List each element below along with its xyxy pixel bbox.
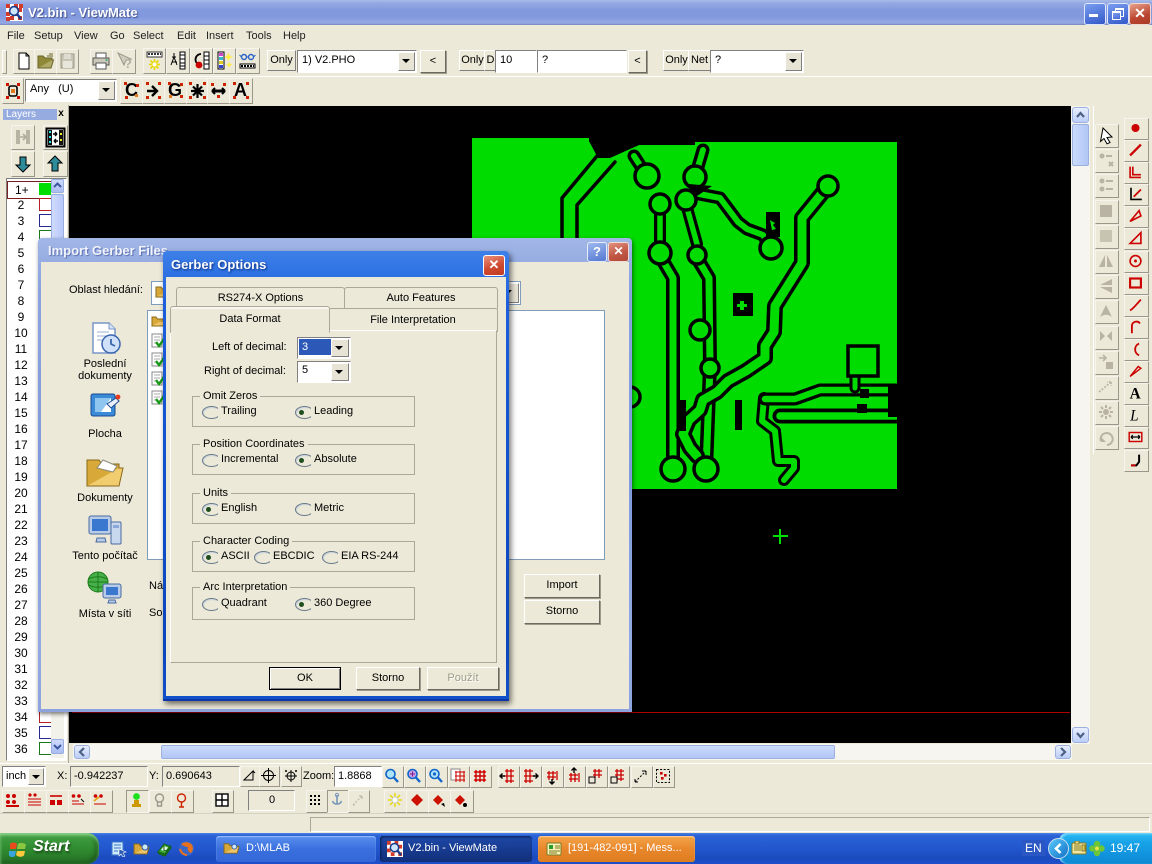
svg-text:L: L: [163, 846, 168, 853]
svg-text:A: A: [1130, 385, 1141, 402]
svg-text:?: ?: [124, 56, 132, 71]
svg-text:L: L: [1129, 407, 1139, 424]
